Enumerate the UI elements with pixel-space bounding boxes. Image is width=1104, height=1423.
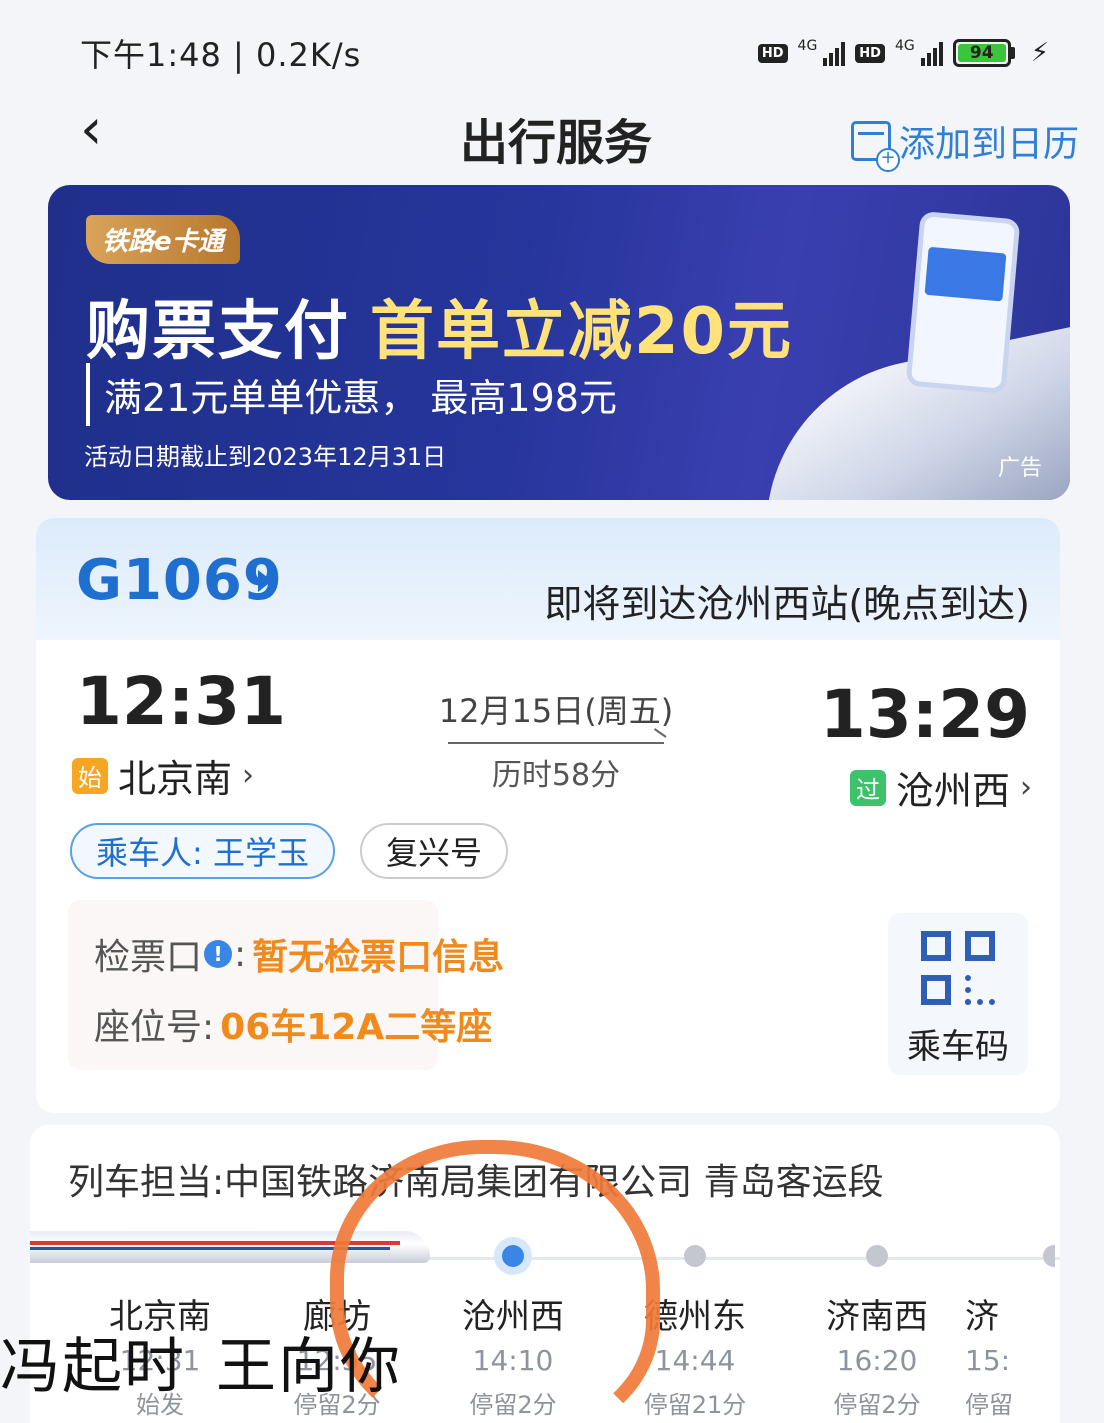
back-icon[interactable]: ‹ [80,100,130,160]
boarding-code-label: 乘车码 [907,1027,1009,1067]
origin-tag: 始 [72,757,108,794]
handwritten-text-1: 冯起时 [0,1332,186,1402]
qr-code-icon [921,931,995,1005]
signal-icon [823,40,846,66]
trip-header: G1069 即将到达沧州西站(晚点到达) [36,518,1060,640]
banner-headline: 购票支付 首单立减20元 [86,280,793,372]
hd-icon-2: HD [855,43,885,63]
gate-label: 检票口 [94,937,203,978]
stop-time: 16:20 [836,1344,918,1377]
train-type-badge: 复兴号 [360,823,509,879]
departure-station: 北京南 [118,757,233,801]
charging-icon: ⚡ [1030,38,1049,68]
seat-label: 座位号: [94,1007,215,1048]
gate-info: 检票口!: 暂无检票口信息 [94,928,504,980]
banner-headline-yellow: 首单立减20元 [370,295,794,369]
passenger-badge[interactable]: 乘车人: 王学玉 [70,823,335,879]
battery-icon: 94 [952,39,1015,67]
train-number-arrow-icon [258,570,272,592]
calendar-add-icon [850,121,900,172]
phone-image [905,210,1021,395]
route-stop[interactable]: 济 15: 停留 [965,1245,1055,1420]
page-title: 出行服务 [460,115,653,171]
stop-name: 济 [965,1297,999,1337]
network-type-1: 4G [797,38,818,54]
stop-dwell: 停留21分 [643,1391,747,1419]
hd-icon: HD [757,43,788,63]
stop-dwell: 停留 [965,1391,1013,1419]
stop-dwell: 停留2分 [833,1391,921,1419]
banner-logo: 铁路e卡通 [86,215,240,264]
banner-headline-white: 购票支付 [86,295,350,369]
arrival-time: 13:29 [819,676,1030,753]
trip-middle: 12月15日(周五) 历时58分 [436,686,676,794]
arrival-station-link[interactable]: 过 沧州西 › [849,760,1032,815]
status-time: 下午1:48 | 0.2K/s [80,36,362,74]
nav-bar: ‹ 出行服务 添加到日历 [80,95,1079,175]
signal-icon-2 [920,40,943,66]
seat-value: 06车12A二等座 [220,1007,493,1048]
train-number-link[interactable]: G1069 [76,548,283,613]
departure-time: 12:31 [76,663,287,740]
boarding-code-button[interactable]: 乘车码 [888,913,1028,1075]
battery-level: 94 [957,43,1006,63]
stop-time: 15: [965,1344,1011,1377]
trip-card: G1069 即将到达沧州西站(晚点到达) 12:31 始 北京南 › 12月15… [36,518,1060,1113]
add-to-calendar-label: 添加到日历 [898,124,1079,165]
add-to-calendar-button[interactable]: 添加到日历 [850,115,1079,172]
stop-name: 济南西 [826,1297,928,1337]
app-screen: 下午1:48 | 0.2K/s HD 4G HD 4G 94 ⚡ ‹ 出行服务 … [0,0,1104,1423]
ad-tag: 广告 [997,456,1042,481]
trip-date: 12月15日(周五) [438,692,674,730]
chevron-right-icon: › [1020,770,1032,805]
gate-value: 暂无检票口信息 [252,937,505,978]
chevron-right-icon: › [242,758,255,793]
arrow-line [448,742,664,744]
departure-station-link[interactable]: 始 北京南 › [72,748,254,803]
seat-info: 座位号: 06车12A二等座 [94,998,492,1050]
info-icon[interactable]: ! [204,940,233,968]
network-type-2: 4G [894,38,915,54]
trip-duration: 历时58分 [491,758,621,793]
banner-subtitle: 满21元单单优惠， 最高198元 [86,363,631,426]
trip-status: 即将到达沧州西站(晚点到达) [544,582,1030,626]
pass-tag: 过 [849,769,886,806]
handwritten-names: 冯起时 王向你 [0,1318,432,1405]
route-stop[interactable]: 济南西 16:20 停留2分 [792,1245,962,1420]
status-bar: 下午1:48 | 0.2K/s HD 4G HD 4G 94 ⚡ [80,28,1049,78]
status-icons: HD 4G HD 4G 94 ⚡ [757,38,1049,68]
handwritten-text-2: 王向你 [216,1332,402,1402]
arrival-station: 沧州西 [895,769,1010,813]
banner-date: 活动日期截止到2023年12月31日 [84,443,447,471]
promo-banner[interactable]: 铁路e卡通 购票支付 首单立减20元 满21元单单优惠， 最高198元 活动日期截… [48,185,1070,500]
